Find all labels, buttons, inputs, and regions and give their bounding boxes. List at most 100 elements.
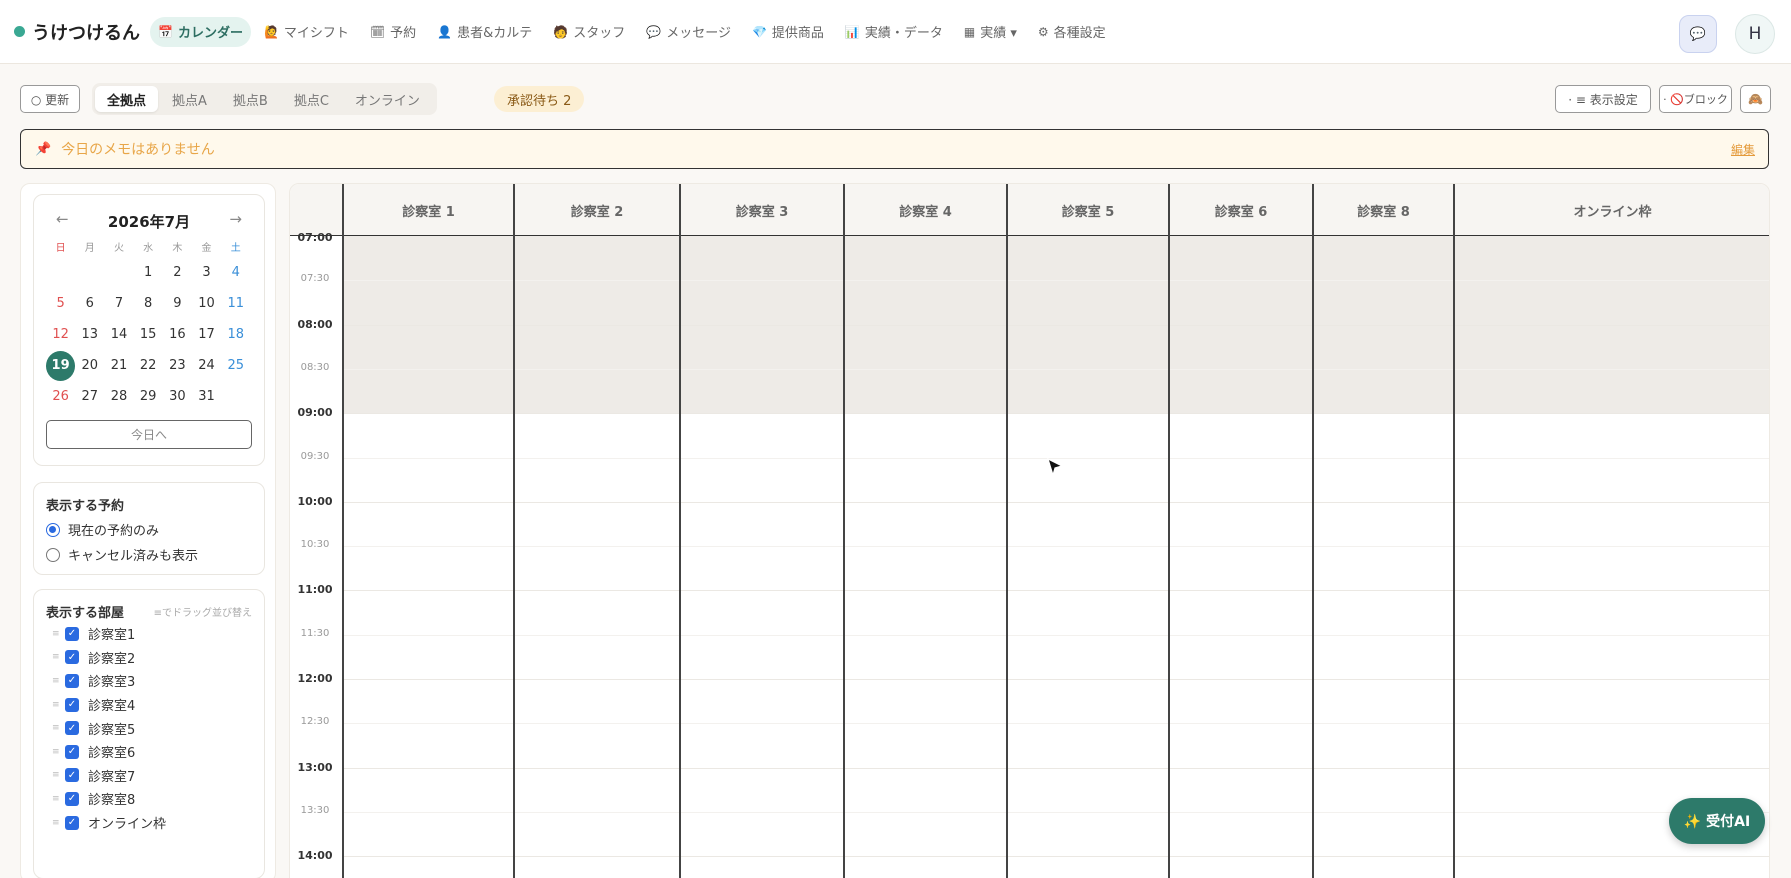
nav-item-9[interactable]: ⚙ 各種設定 <box>1030 17 1114 47</box>
room-column-slots[interactable] <box>515 236 679 878</box>
room-checkbox[interactable]: ✓ <box>65 697 79 712</box>
drag-handle-icon[interactable]: ≡ <box>52 676 65 686</box>
calendar-empty-cell <box>75 257 104 288</box>
calendar-day[interactable]: 18 <box>221 319 250 350</box>
calendar-day[interactable]: 10 <box>192 288 221 319</box>
nav-item-2[interactable]: 🗓 予約 <box>362 17 424 47</box>
reception-ai-button[interactable]: ✨ 受付AI <box>1669 798 1765 844</box>
calendar-day[interactable]: 6 <box>75 288 104 319</box>
extra-button[interactable]: 🙈 <box>1740 85 1771 113</box>
room-checkbox[interactable]: ✓ <box>65 626 79 641</box>
room-item[interactable]: ≡ ✓ 診察室1 <box>52 622 264 646</box>
refresh-button[interactable]: ○ 更新 <box>20 85 80 113</box>
room-item[interactable]: ≡ ✓ 診察室8 <box>52 787 264 811</box>
chat-button[interactable]: 💬 <box>1679 15 1717 53</box>
nav-item-1[interactable]: 🙋 マイシフト <box>256 17 357 47</box>
radio-show-cancelled[interactable]: キャンセル済みも表示 <box>46 545 264 564</box>
room-column-slots[interactable] <box>1170 236 1312 878</box>
calendar-day[interactable]: 19 <box>46 350 76 381</box>
room-column-slots[interactable] <box>681 236 843 878</box>
calendar-day[interactable]: 8 <box>134 288 163 319</box>
drag-handle-icon[interactable]: ≡ <box>52 770 65 780</box>
room-checkbox[interactable]: ✓ <box>65 768 79 783</box>
calendar-day[interactable]: 13 <box>75 319 104 350</box>
calendar-day[interactable]: 2 <box>163 257 192 288</box>
location-tab-1[interactable]: 拠点A <box>160 86 219 112</box>
room-column-slots[interactable] <box>845 236 1006 878</box>
location-tab-0[interactable]: 全拠点 <box>95 86 159 112</box>
drag-handle-icon[interactable]: ≡ <box>52 700 65 710</box>
room-checkbox[interactable]: ✓ <box>65 744 79 759</box>
room-checkbox[interactable]: ✓ <box>65 791 79 806</box>
calendar-day[interactable]: 25 <box>221 350 250 381</box>
room-item[interactable]: ≡ ✓ 診察室7 <box>52 764 264 788</box>
drag-handle-icon[interactable]: ≡ <box>52 629 65 639</box>
calendar-day[interactable]: 23 <box>163 350 192 381</box>
calendar-day[interactable]: 14 <box>104 319 133 350</box>
radio-current-only[interactable]: 現在の予約のみ <box>46 520 264 539</box>
today-button[interactable]: 今日へ <box>46 420 252 449</box>
calendar-day[interactable]: 31 <box>192 381 221 412</box>
nav-item-3[interactable]: 👤 患者&カルテ <box>429 17 540 47</box>
memo-edit-link[interactable]: 編集 <box>1731 141 1755 158</box>
drag-handle-icon[interactable]: ≡ <box>52 818 65 828</box>
calendar-day[interactable]: 16 <box>163 319 192 350</box>
room-column-slots[interactable] <box>344 236 513 878</box>
calendar-day[interactable]: 24 <box>192 350 221 381</box>
room-checkbox[interactable]: ✓ <box>65 650 79 665</box>
time-label: 12:30 <box>300 716 330 728</box>
avatar[interactable]: H <box>1735 14 1775 54</box>
drag-handle-icon[interactable]: ≡ <box>52 652 65 662</box>
room-column-slots[interactable] <box>1314 236 1453 878</box>
calendar-day[interactable]: 22 <box>134 350 163 381</box>
drag-handle-icon[interactable]: ≡ <box>52 723 65 733</box>
calendar-day[interactable]: 30 <box>163 381 192 412</box>
calendar-day[interactable]: 29 <box>134 381 163 412</box>
radio-button[interactable] <box>46 522 60 537</box>
calendar-day[interactable]: 12 <box>46 319 75 350</box>
nav-item-0[interactable]: 📅 カレンダー <box>150 16 251 47</box>
block-button[interactable]: · 🚫ブロック <box>1659 85 1732 113</box>
next-month-button[interactable]: → <box>229 210 242 228</box>
location-tab-4[interactable]: オンライン <box>343 86 432 112</box>
room-checkbox[interactable]: ✓ <box>65 721 79 736</box>
calendar-day[interactable]: 5 <box>46 288 75 319</box>
room-item[interactable]: ≡ ✓ 診察室4 <box>52 693 264 717</box>
calendar-day[interactable]: 7 <box>104 288 133 319</box>
room-item[interactable]: ≡ ✓ 診察室5 <box>52 716 264 740</box>
calendar-day[interactable]: 1 <box>134 257 163 288</box>
calendar-day[interactable]: 26 <box>46 381 75 412</box>
location-tab-2[interactable]: 拠点B <box>221 86 280 112</box>
display-settings-button[interactable]: · ≡ 表示設定 <box>1555 85 1651 113</box>
nav-item-5[interactable]: 💬 メッセージ <box>638 17 739 47</box>
room-item[interactable]: ≡ ✓ 診察室2 <box>52 646 264 670</box>
room-checkbox[interactable]: ✓ <box>65 673 79 688</box>
calendar-day[interactable]: 27 <box>75 381 104 412</box>
staff-icon: 🧑 <box>553 24 569 39</box>
room-column-slots[interactable] <box>1008 236 1168 878</box>
calendar-day[interactable]: 21 <box>104 350 133 381</box>
calendar-day[interactable]: 9 <box>163 288 192 319</box>
nav-item-6[interactable]: 💎 提供商品 <box>744 17 832 47</box>
room-item[interactable]: ≡ ✓ 診察室3 <box>52 669 264 693</box>
nav-item-4[interactable]: 🧑 スタッフ <box>545 17 633 47</box>
radio-button[interactable] <box>46 547 60 562</box>
calendar-day[interactable]: 28 <box>104 381 133 412</box>
pending-approval-badge[interactable]: 承認待ち 2 <box>494 86 585 112</box>
calendar-day[interactable]: 15 <box>134 319 163 350</box>
room-item[interactable]: ≡ ✓ 診察室6 <box>52 740 264 764</box>
drag-handle-icon[interactable]: ≡ <box>52 794 65 804</box>
room-item[interactable]: ≡ ✓ オンライン枠 <box>52 811 264 835</box>
nav-item-7[interactable]: 📊 実績・データ <box>837 17 951 47</box>
calendar-day[interactable]: 20 <box>75 350 104 381</box>
nav-item-8[interactable]: ▦ 実績 ▾ <box>956 17 1025 47</box>
room-checkbox[interactable]: ✓ <box>65 815 79 830</box>
calendar-day[interactable]: 3 <box>192 257 221 288</box>
calendar-day[interactable]: 17 <box>192 319 221 350</box>
calendar-day[interactable]: 4 <box>221 257 250 288</box>
drag-handle-icon[interactable]: ≡ <box>52 747 65 757</box>
room-column-slots[interactable] <box>1455 236 1769 878</box>
brand[interactable]: うけつけるん <box>14 19 140 45</box>
location-tab-3[interactable]: 拠点C <box>282 86 341 112</box>
calendar-day[interactable]: 11 <box>221 288 250 319</box>
